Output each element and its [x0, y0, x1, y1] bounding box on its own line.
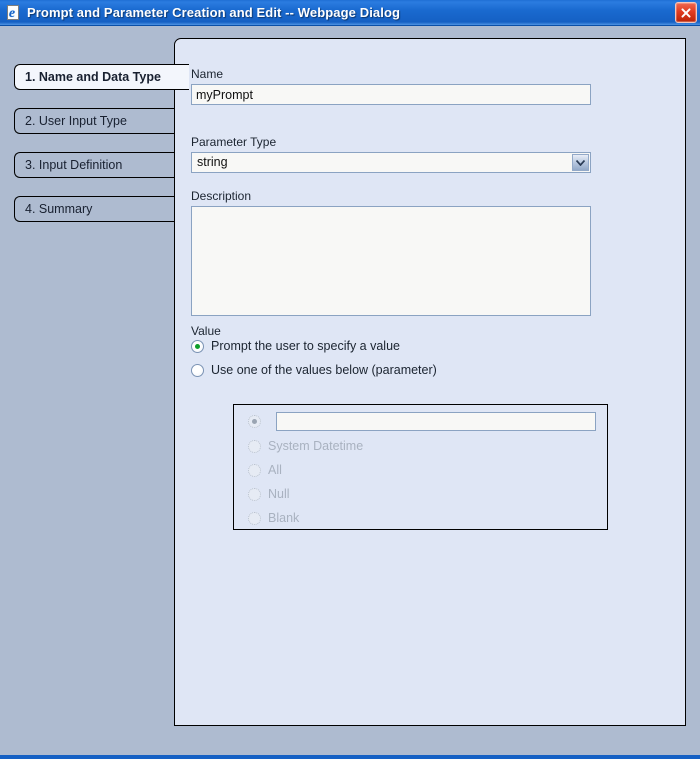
name-label: Name	[191, 67, 224, 81]
radio-all[interactable]: All	[248, 463, 282, 477]
radio-custom-value[interactable]	[248, 415, 268, 428]
wizard-step-label: 2. User Input Type	[25, 114, 127, 128]
radio-indicator	[248, 511, 261, 525]
wizard-step-label: 3. Input Definition	[25, 158, 123, 172]
wizard-step-name-and-data-type[interactable]: 1. Name and Data Type	[14, 64, 189, 90]
radio-indicator	[248, 487, 261, 501]
radio-label: System Datetime	[268, 439, 364, 453]
radio-indicator	[248, 439, 261, 453]
wizard-content-panel: Name Parameter Type string Description V…	[174, 38, 686, 726]
preset-values-group: System Datetime All Null Blank	[233, 404, 608, 530]
name-input[interactable]	[191, 84, 591, 105]
description-textarea[interactable]	[191, 206, 591, 316]
radio-system-datetime[interactable]: System Datetime	[248, 439, 363, 453]
dialog-title-bar: e Prompt and Parameter Creation and Edit…	[0, 0, 700, 26]
wizard-step-label: 1. Name and Data Type	[25, 70, 161, 84]
dialog-title: Prompt and Parameter Creation and Edit -…	[27, 5, 401, 20]
description-label: Description	[191, 189, 252, 203]
radio-use-value-below[interactable]: Use one of the values below (parameter)	[191, 363, 437, 377]
wizard-step-user-input-type[interactable]: 2. User Input Type	[14, 108, 186, 134]
radio-indicator	[248, 415, 261, 428]
preset-custom-value-input[interactable]	[276, 412, 596, 431]
wizard-step-label: 4. Summary	[25, 202, 93, 216]
dialog-body: Name Parameter Type string Description V…	[0, 26, 700, 759]
chevron-down-icon[interactable]	[572, 154, 589, 171]
radio-indicator	[248, 463, 261, 477]
parameter-type-label: Parameter Type	[191, 135, 277, 149]
parameter-type-select[interactable]: string	[191, 152, 591, 173]
radio-label: Blank	[268, 511, 300, 525]
radio-prompt-user[interactable]: Prompt the user to specify a value	[191, 339, 400, 353]
window-bottom-edge	[0, 755, 700, 759]
radio-label: Use one of the values below (parameter)	[211, 363, 437, 377]
close-icon[interactable]	[675, 2, 697, 23]
wizard-step-input-definition[interactable]: 3. Input Definition	[14, 152, 186, 178]
internet-explorer-icon: e	[4, 4, 22, 22]
value-section-label: Value	[191, 324, 221, 338]
parameter-type-value: string	[197, 155, 228, 169]
radio-null[interactable]: Null	[248, 487, 290, 501]
radio-indicator	[191, 339, 204, 353]
wizard-step-summary[interactable]: 4. Summary	[14, 196, 186, 222]
radio-label: All	[268, 463, 282, 477]
radio-label: Prompt the user to specify a value	[211, 339, 400, 353]
radio-label: Null	[268, 487, 290, 501]
radio-blank[interactable]: Blank	[248, 511, 299, 525]
wizard-step-list: 1. Name and Data Type 2. User Input Type…	[14, 64, 189, 240]
radio-indicator	[191, 363, 204, 377]
